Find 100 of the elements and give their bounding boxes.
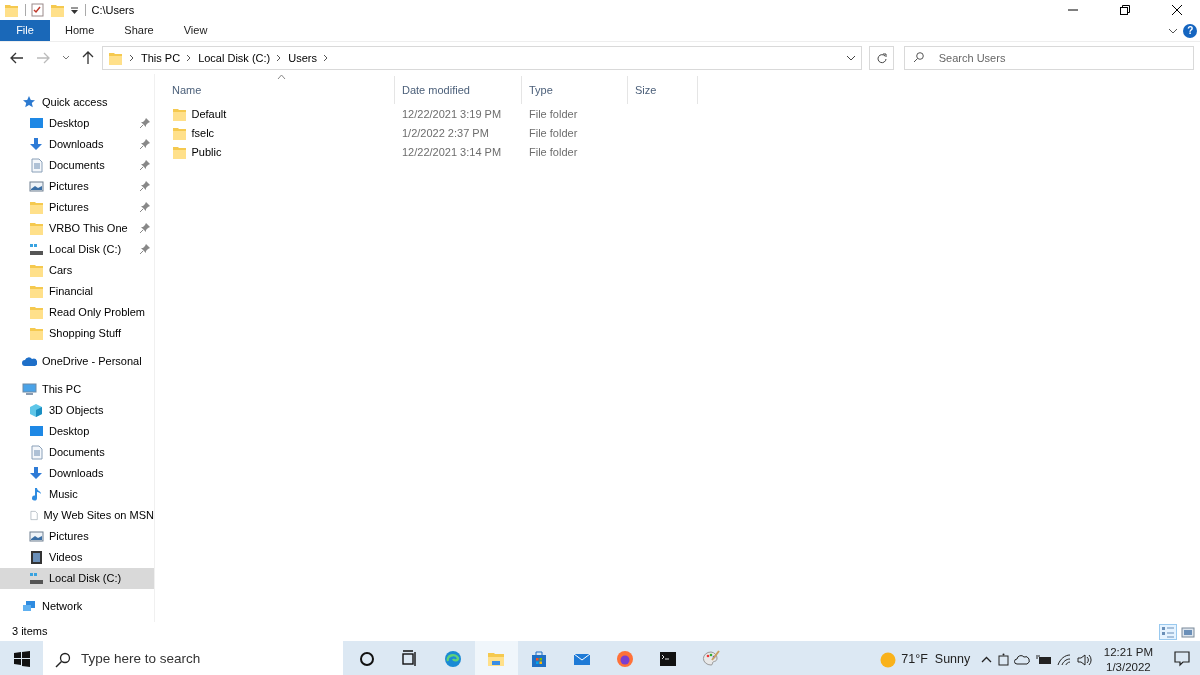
nav-item[interactable]: Pictures — [0, 176, 154, 197]
pin-icon — [140, 202, 150, 212]
nav-item[interactable]: Read Only Problem — [0, 302, 154, 323]
down-arrow-icon — [29, 466, 44, 481]
taskbar-search-field[interactable]: Type here to search — [43, 641, 343, 675]
camera-icon[interactable] — [997, 653, 1009, 666]
cloud-icon — [22, 354, 37, 369]
pin-icon — [140, 244, 150, 254]
nav-item[interactable]: My Web Sites on MSN — [0, 505, 154, 526]
folder-icon — [4, 2, 19, 18]
monitor-icon — [29, 116, 44, 131]
clock-date[interactable]: 1/3/2022 — [1106, 659, 1151, 674]
speech-bubble-icon — [1174, 650, 1190, 667]
chevron-down-icon — [62, 55, 70, 61]
column-header[interactable]: Name — [165, 76, 395, 104]
nav-item[interactable]: Documents — [0, 442, 154, 463]
restore-icon — [1120, 5, 1130, 15]
nav-item[interactable]: Local Disk (C:) — [0, 239, 154, 260]
date-modified: 12/22/2021 3:19 PM — [401, 106, 503, 122]
ribbon-tab[interactable]: Home — [50, 20, 110, 41]
nav-item[interactable]: Desktop — [0, 421, 154, 442]
folder-icon — [172, 107, 186, 121]
circle-icon — [358, 649, 377, 668]
breadcrumb[interactable]: This PC — [141, 49, 181, 67]
chevron-down-icon[interactable] — [846, 54, 856, 62]
clock-time[interactable]: 12:21 PM — [1103, 645, 1153, 660]
folder-icon — [29, 305, 44, 320]
nav-item[interactable]: VRBO This One — [0, 218, 154, 239]
dropdown-icon[interactable] — [70, 5, 79, 15]
address-bar[interactable]: This PC Local Disk (C:) Users — [102, 46, 862, 70]
battery-icon[interactable] — [1035, 654, 1052, 665]
chevron-right-icon — [323, 54, 329, 62]
pin-icon — [140, 118, 150, 128]
wifi-icon[interactable] — [1057, 653, 1072, 666]
view-button[interactable] — [1158, 623, 1177, 640]
help-button[interactable]: ? — [1183, 23, 1198, 38]
window-title: C:\Users — [91, 2, 135, 18]
file-row[interactable]: fselc 1/2/2022 2:37 PM File folder — [165, 124, 1200, 142]
nav-item[interactable]: This PC — [0, 379, 154, 400]
nav-item[interactable]: Desktop — [0, 113, 154, 134]
nav-item[interactable]: Music — [0, 484, 154, 505]
column-header[interactable]: Type — [522, 76, 628, 104]
item-type: File folder — [528, 144, 579, 160]
weather-text[interactable]: 71°F Sunny — [901, 650, 971, 669]
item-count: 3 items — [12, 624, 48, 640]
search-field[interactable]: Search Users — [903, 46, 1194, 70]
nav-item[interactable]: Pictures — [0, 197, 154, 218]
column-header[interactable]: Date modified — [395, 76, 522, 104]
sort-ascending-icon[interactable] — [277, 74, 286, 80]
item-type: File folder — [528, 106, 579, 122]
close-icon — [1172, 5, 1182, 15]
file-row[interactable]: Default 12/22/2021 3:19 PM File folder — [165, 105, 1200, 123]
star-icon — [22, 95, 37, 110]
cloud-icon[interactable] — [1014, 654, 1031, 665]
pin-icon — [140, 160, 150, 170]
music-note-icon — [29, 487, 44, 502]
nav-item[interactable]: Cars — [0, 260, 154, 281]
nav-item[interactable]: Shopping Stuff — [0, 323, 154, 344]
speaker-icon[interactable] — [1076, 653, 1093, 666]
nav-item[interactable]: OneDrive - Personal — [0, 351, 154, 372]
breadcrumb[interactable]: Users — [288, 49, 317, 67]
refresh-button[interactable] — [868, 46, 894, 70]
breadcrumb[interactable]: Local Disk (C:) — [198, 49, 271, 67]
drive-icon — [29, 571, 44, 586]
nav-item[interactable]: Local Disk (C:) — [0, 568, 154, 589]
forward-arrow-icon — [36, 52, 50, 64]
nav-item[interactable]: 3D Objects — [0, 400, 154, 421]
nav-item[interactable]: Videos — [0, 547, 154, 568]
chevron-up-icon[interactable] — [981, 656, 993, 663]
ribbon-tab[interactable]: File — [0, 20, 50, 41]
nav-item[interactable]: Quick access — [0, 92, 154, 113]
nav-item[interactable]: Downloads — [0, 134, 154, 155]
nav-item[interactable]: Pictures — [0, 526, 154, 547]
date-modified: 12/22/2021 3:14 PM — [401, 144, 503, 160]
nav-item[interactable]: Network — [0, 596, 154, 617]
cube-icon — [29, 403, 44, 418]
file-name: Default — [191, 106, 227, 122]
chevron-down-icon[interactable] — [1167, 26, 1178, 35]
search-icon — [55, 651, 71, 668]
chevron-right-icon — [129, 54, 135, 62]
item-type: File folder — [528, 125, 579, 141]
nav-item[interactable]: Financial — [0, 281, 154, 302]
folder-icon — [29, 326, 44, 341]
file-row[interactable]: Public 12/22/2021 3:14 PM File folder — [165, 143, 1200, 161]
folder-icon — [172, 145, 186, 159]
up-arrow-icon — [82, 51, 94, 65]
ribbon-tab[interactable]: Share — [109, 20, 169, 41]
details-view-icon — [1160, 625, 1175, 638]
document-icon — [29, 158, 44, 173]
back-arrow-icon — [10, 52, 24, 64]
nav-item[interactable]: Documents — [0, 155, 154, 176]
properties-icon[interactable] — [31, 3, 44, 17]
column-header[interactable]: Size — [628, 76, 698, 104]
tiles-view-icon — [1181, 625, 1196, 638]
ribbon-tab[interactable]: View — [168, 20, 223, 41]
film-icon — [29, 550, 44, 565]
date-modified: 1/2/2022 2:37 PM — [401, 125, 490, 141]
nav-item[interactable]: Downloads — [0, 463, 154, 484]
pin-icon — [140, 181, 150, 191]
picture-icon — [29, 529, 44, 544]
